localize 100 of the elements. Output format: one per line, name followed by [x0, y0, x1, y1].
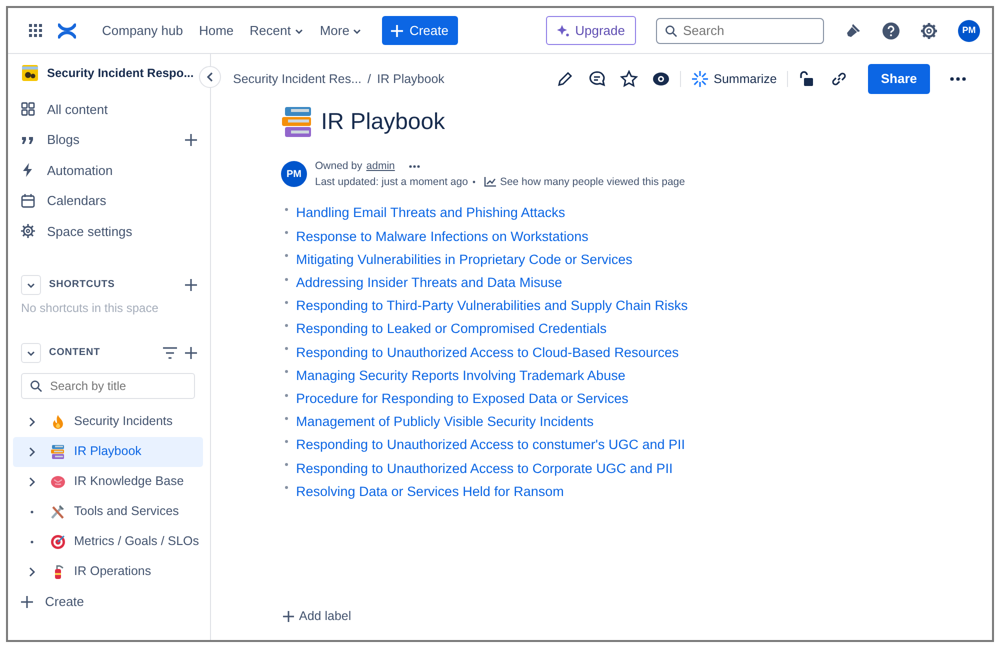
chevron-right-icon[interactable] [28, 446, 36, 456]
owner-avatar[interactable]: PM [281, 161, 307, 187]
bullet-icon [285, 486, 288, 490]
sidebar-item[interactable]: Blogs [13, 124, 203, 155]
grid-icon [21, 102, 35, 116]
bullet-icon [285, 254, 288, 258]
chevron-left-icon [206, 72, 214, 82]
tree-item[interactable]: IR Knowledge Base [13, 466, 203, 496]
star-icon [620, 70, 638, 88]
section-toggle[interactable] [21, 274, 41, 294]
nav-link[interactable]: Recent [244, 16, 310, 44]
chart-icon [484, 177, 496, 187]
upgrade-button[interactable]: Upgrade [546, 16, 636, 46]
bullet-icon [472, 180, 476, 184]
sidebar-item[interactable]: Space settings [13, 216, 203, 246]
nav-link[interactable]: Company hub [96, 16, 189, 44]
bullet-icon [285, 278, 288, 281]
title-search-field[interactable]: Search by title [50, 376, 186, 396]
page-link[interactable]: Mitigating Vulnerabilities in Proprietary Code or Services [296, 250, 632, 270]
eye-icon [652, 70, 670, 88]
chevron-right-icon[interactable] [28, 566, 36, 576]
page-link[interactable]: Addressing Insider Threats and Data Misuse [296, 273, 562, 294]
page-link[interactable]: Responding to Third-Party Vulnerabilities and Supply Chain Risks [296, 296, 688, 316]
nav-link[interactable]: Home [192, 16, 240, 44]
help-icon [882, 22, 900, 40]
lightning-icon [21, 163, 35, 178]
section-heading: SHORTCUTS [49, 278, 116, 292]
more-icon [408, 164, 420, 168]
pencil-icon [556, 70, 574, 88]
owner-link[interactable]: admin [366, 158, 395, 174]
summarize-button[interactable]: Summarize [686, 66, 781, 92]
more-icon [950, 77, 966, 81]
comment-icon [588, 70, 606, 88]
share-button[interactable]: Share [868, 64, 930, 94]
page-title: IR Playbook [321, 108, 446, 136]
settings-icon [21, 224, 35, 238]
logo-icon[interactable] [58, 22, 76, 38]
fire-icon [50, 414, 66, 430]
bullet-icon [285, 300, 288, 304]
grid-icon [28, 22, 44, 38]
create-button[interactable]: Create [382, 16, 458, 46]
section-toggle[interactable] [21, 342, 41, 362]
link-icon [830, 70, 848, 88]
tree-item[interactable]: Tools and Services [13, 496, 203, 526]
page-link[interactable]: Handling Email Threats and Phishing Attacks [296, 203, 566, 224]
space-title[interactable]: Security Incident Respo... [47, 64, 194, 82]
sparkle-icon [690, 70, 709, 88]
empty-message: No shortcuts in this space [20, 300, 160, 316]
owner-label: Owned by [315, 159, 362, 174]
space-logo-icon [21, 64, 39, 82]
page-link[interactable]: Responding to Unauthorized Access to Cloud-Based Resources [296, 342, 679, 363]
nav-link[interactable]: More [314, 16, 368, 44]
chevron-right-icon[interactable] [28, 476, 36, 486]
add-label-button[interactable]: Add label [283, 607, 352, 626]
sidebar-item[interactable]: All content [13, 94, 203, 124]
tree-item[interactable]: Metrics / Goals / SLOs [13, 526, 203, 556]
bullet-icon [285, 416, 288, 420]
bullet-icon [285, 324, 288, 328]
bullet-icon [285, 394, 288, 397]
page-link[interactable]: Resolving Data or Services Held for Ransom [296, 482, 564, 502]
page-link[interactable]: Response to Malware Infections on Workstations [296, 226, 588, 247]
sidebar-item[interactable]: Calendars [13, 186, 203, 216]
page-link[interactable]: Responding to Leaked or Compromised Credentials [296, 319, 607, 340]
books-icon [50, 444, 66, 460]
search-field[interactable]: Search [683, 20, 815, 40]
collapse-sidebar-button[interactable] [199, 66, 221, 88]
target-icon [50, 534, 66, 550]
bullet-icon [285, 370, 288, 374]
create-link[interactable]: Create [13, 586, 203, 616]
plus-icon[interactable] [185, 134, 197, 146]
breadcrumb-link[interactable]: IR Playbook [377, 70, 444, 88]
tree-item[interactable]: IR Operations [13, 556, 203, 586]
plus-icon [283, 611, 294, 622]
page-link[interactable]: Managing Security Reports Involving Trademark Abuse [296, 366, 626, 386]
chevron-right-icon[interactable] [28, 416, 36, 426]
filter-icon[interactable] [163, 346, 177, 358]
search-icon [30, 380, 42, 392]
tree-item[interactable]: IR Playbook [13, 436, 203, 466]
breadcrumb-link[interactable]: Security Incident Res... [233, 70, 362, 88]
bullet-icon [285, 463, 288, 466]
page-link[interactable]: Responding to Unauthorized Access to constumer's UGC and PII [296, 435, 686, 456]
plus-icon[interactable] [185, 278, 197, 290]
bullet-icon [285, 440, 288, 443]
search-icon [665, 24, 677, 36]
page-link[interactable]: Responding to Unauthorized Access to Corporate UGC and PII [296, 458, 673, 479]
bullet-icon [285, 231, 288, 234]
user-avatar[interactable]: PM [958, 20, 980, 42]
calendar-icon [21, 194, 35, 208]
page-link[interactable]: Procedure for Responding to Exposed Data or Services [296, 388, 628, 410]
tools-icon [50, 504, 66, 520]
sparkle-icon [557, 24, 570, 36]
page-link[interactable]: Management of Publicly Visible Security Incidents [296, 412, 594, 432]
search-field[interactable]: Search [656, 18, 824, 44]
tree-item[interactable]: Security Incidents [13, 406, 203, 436]
title-search-field[interactable]: Search by title [21, 372, 195, 398]
books-icon [281, 106, 313, 138]
sidebar-item[interactable]: Automation [13, 155, 203, 186]
plus-icon [391, 24, 404, 36]
page-views-link[interactable]: See how many people viewed this page [484, 174, 685, 190]
plus-icon[interactable] [185, 346, 197, 358]
